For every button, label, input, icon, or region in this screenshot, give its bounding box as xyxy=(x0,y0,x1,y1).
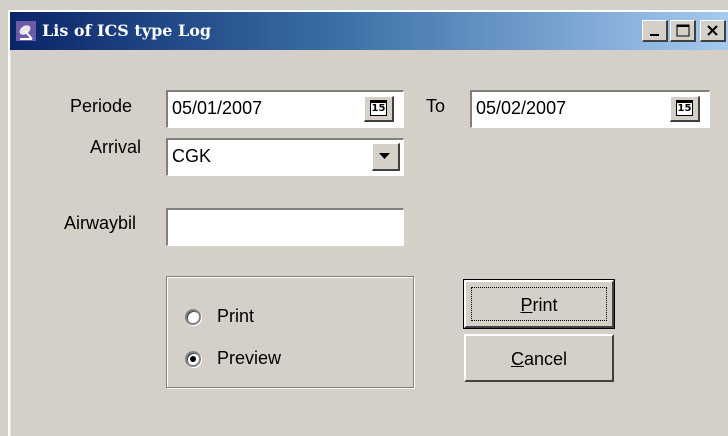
airwaybil-label: Airwaybil xyxy=(64,213,137,233)
calendar-icon: 15 xyxy=(370,100,387,116)
radio-print[interactable]: Print xyxy=(185,305,305,329)
print-rest: rint xyxy=(532,295,558,315)
radio-circle[interactable] xyxy=(185,309,201,325)
window-title: Lis of ICS type Log xyxy=(42,21,212,40)
radio-selected-dot xyxy=(190,356,196,362)
arrival-select[interactable]: CGK xyxy=(166,138,404,176)
arrival-dropdown-button[interactable] xyxy=(372,143,400,171)
print-button-label: Print xyxy=(466,294,612,316)
to-label: To xyxy=(426,96,446,116)
radio-preview[interactable]: Preview xyxy=(185,347,325,371)
periode-to-value: 05/02/2007 xyxy=(476,98,567,118)
minimize-icon xyxy=(650,34,659,36)
periode-label: Periode xyxy=(70,96,133,116)
periode-from-value: 05/01/2007 xyxy=(172,98,263,118)
cancel-button[interactable]: Cancel xyxy=(464,334,614,382)
arrival-label: Arrival xyxy=(90,137,142,157)
close-button[interactable] xyxy=(700,20,726,42)
periode-from-field[interactable]: 05/01/2007 15 xyxy=(166,90,404,128)
output-option-group: Print Preview xyxy=(166,276,414,388)
minimize-button[interactable] xyxy=(642,20,668,42)
dialog-window: Lis of ICS type Log Periode 05/01/2007 1… xyxy=(8,10,728,436)
print-button[interactable]: Print xyxy=(463,279,615,329)
arrival-value: CGK xyxy=(172,146,212,166)
cancel-button-label: Cancel xyxy=(466,348,612,370)
close-icon xyxy=(707,25,718,36)
satellite-dish-icon xyxy=(16,21,36,41)
maximize-icon xyxy=(676,24,690,37)
cancel-rest: ancel xyxy=(523,349,568,369)
airwaybil-input[interactable] xyxy=(166,208,404,246)
radio-print-label: Print xyxy=(217,306,255,326)
calendar-icon: 15 xyxy=(676,100,693,116)
title-bar[interactable]: Lis of ICS type Log xyxy=(10,12,728,50)
periode-to-field[interactable]: 05/02/2007 15 xyxy=(470,90,710,128)
periode-from-calendar-button[interactable]: 15 xyxy=(364,96,394,122)
print-accel: P xyxy=(520,295,533,315)
maximize-button[interactable] xyxy=(670,20,696,42)
cancel-accel: C xyxy=(510,349,524,369)
periode-to-calendar-button[interactable]: 15 xyxy=(670,96,700,122)
radio-preview-label: Preview xyxy=(217,348,282,368)
chevron-down-icon xyxy=(379,153,390,159)
radio-circle[interactable] xyxy=(185,351,201,367)
